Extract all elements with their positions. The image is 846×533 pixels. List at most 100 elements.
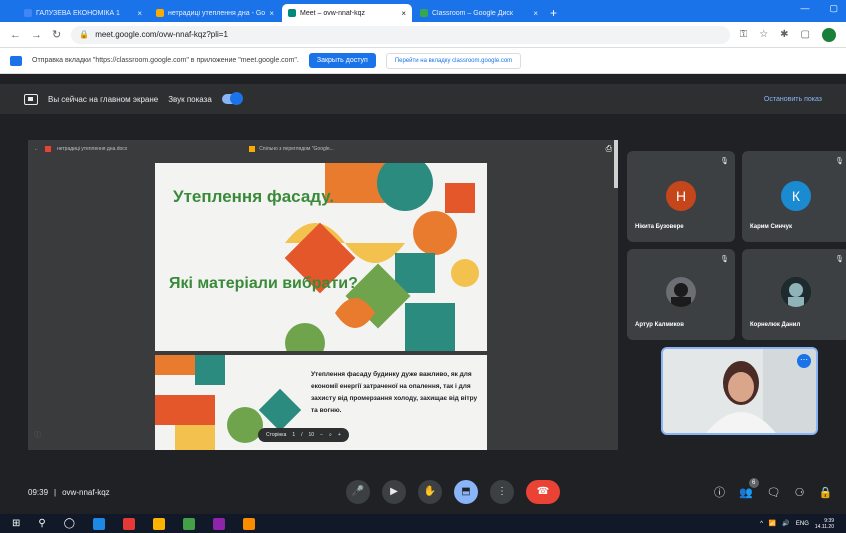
browser-tabstrip: ГАЛУЗЕВА ЕКОНОМІКА 1 × нетрадиці утеплен…: [0, 0, 846, 22]
stop-presenting-button[interactable]: Остановить показ: [764, 96, 822, 103]
raise-hand-button[interactable]: ✋: [418, 480, 442, 504]
pdf-toolbar: Сторінка 1 / 10 − ⌕ +: [258, 428, 349, 442]
tab-favicon: [288, 9, 296, 17]
more-options-button[interactable]: ⋮: [490, 480, 514, 504]
share-tab-icon: [10, 55, 22, 66]
maximize-icon[interactable]: ▢: [829, 3, 838, 14]
more-options-icon[interactable]: ⋯: [797, 354, 811, 368]
reload-icon[interactable]: ↻: [52, 28, 61, 41]
mic-button[interactable]: 🎤: [346, 480, 370, 504]
close-icon[interactable]: ×: [269, 9, 274, 18]
info-icon[interactable]: ⓘ: [714, 484, 725, 500]
close-icon[interactable]: ×: [401, 9, 406, 18]
page-label: Сторінка: [266, 432, 287, 438]
stop-sharing-button[interactable]: Закрыть доступ: [308, 53, 376, 68]
tab-3[interactable]: Meet – ovw-nnaf-kqz ×: [282, 4, 412, 22]
tab-label: Classroom – Google Диск: [432, 9, 513, 17]
page-current[interactable]: 1: [292, 432, 295, 438]
avatar: [666, 277, 696, 307]
call-controls: 🎤 ▶ ✋ ⬒ ⋮ ☎: [346, 480, 560, 504]
participant-name: Карим Синчук: [750, 224, 792, 230]
participant-tile[interactable]: 🎙 Корнелюк Данил: [742, 249, 846, 340]
tab-label: нетрадиці утеплення дна - Goo: [168, 9, 266, 17]
participant-tile[interactable]: 🎙 Н Нікита Бузовере: [627, 151, 735, 242]
minimize-icon[interactable]: —: [800, 3, 809, 14]
edge-icon[interactable]: [92, 517, 105, 530]
sound-label: Звук показа: [168, 94, 212, 104]
tab-1[interactable]: ГАЛУЗЕВА ЕКОНОМІКА 1 ×: [18, 4, 148, 22]
tab-favicon: [24, 9, 32, 17]
app-icon[interactable]: [122, 517, 135, 530]
hang-up-button[interactable]: ☎: [526, 480, 560, 504]
avatar[interactable]: [822, 27, 836, 42]
chrome-icon[interactable]: [242, 517, 255, 530]
slide-body-text: Утеплення фасаду будинку дуже важливо, я…: [311, 371, 478, 414]
tab-label: ГАЛУЗЕВА ЕКОНОМІКА 1: [36, 9, 120, 17]
chrome-icon[interactable]: [152, 517, 165, 530]
close-icon[interactable]: ×: [137, 9, 142, 18]
people-button[interactable]: 👥 6: [739, 477, 759, 499]
forward-icon[interactable]: →: [31, 29, 42, 41]
tab-favicon: [420, 9, 428, 17]
participant-tile[interactable]: 🎙 Артур Калмиков: [627, 249, 735, 340]
switch-tab-button[interactable]: Перейти на вкладку classroom.google.com: [385, 52, 522, 69]
key-icon[interactable]: ⚿: [740, 29, 748, 40]
back-icon[interactable]: ←: [10, 29, 21, 41]
url-text: meet.google.com/ovw-nnaf-kqz?pli=1: [95, 30, 228, 39]
close-icon[interactable]: ×: [533, 9, 538, 18]
star-icon[interactable]: ☆: [759, 29, 768, 40]
app-icon[interactable]: [212, 517, 225, 530]
slides-icon: [249, 146, 256, 152]
activities-icon[interactable]: ⚆: [795, 486, 805, 499]
info-icon[interactable]: ⓘ: [34, 430, 41, 440]
mic-off-icon: 🎙: [835, 256, 844, 263]
chevron-up-icon[interactable]: ^: [760, 521, 763, 527]
meeting-info: 09:39 | ovw-nnaf-kqz: [28, 488, 110, 497]
omnibox[interactable]: 🔒 meet.google.com/ovw-nnaf-kqz?pli=1: [71, 25, 730, 44]
zoom-out-button[interactable]: −: [320, 432, 323, 438]
system-tray: ^ 📶 🔊 ENG 9:39 14.11.20: [760, 518, 834, 530]
print-icon: ⎙: [605, 144, 612, 153]
back-icon: ←: [34, 146, 39, 152]
zoom-in-button[interactable]: +: [338, 432, 341, 438]
lock-icon[interactable]: 🔒: [819, 486, 833, 499]
meeting-time: 09:39: [28, 487, 49, 497]
self-view-tile[interactable]: ⋯: [661, 347, 818, 435]
slide-subtitle: Які матеріали вибрати?: [169, 275, 358, 292]
sound-toggle[interactable]: [221, 92, 243, 105]
avatar: Н: [666, 181, 696, 211]
shared-screen: ← нетрадиці утеплення дна.docx Спільно з…: [28, 140, 618, 450]
network-icon[interactable]: 📶: [769, 520, 776, 527]
clock[interactable]: 9:39 14.11.20: [815, 518, 834, 530]
presenting-bar: Вы сейчас на главном экране Звук показа …: [0, 84, 846, 114]
document-icon: [45, 146, 51, 152]
participant-name: Нікита Бузовере: [635, 224, 684, 230]
screen: ГАЛУЗЕВА ЕКОНОМІКА 1 × нетрадиці утеплен…: [0, 0, 846, 533]
language-indicator[interactable]: ENG: [796, 521, 809, 527]
participant-tile[interactable]: 🎙 К Карим Синчук: [742, 151, 846, 242]
people-count: 6: [748, 477, 759, 488]
sharing-infobar: Отправка вкладки "https://classroom.goog…: [0, 48, 846, 74]
lock-icon: 🔒: [79, 30, 90, 39]
tab-2[interactable]: нетрадиці утеплення дна - Goo ×: [150, 4, 280, 22]
present-button[interactable]: ⬒: [454, 480, 478, 504]
search-icon[interactable]: ⚲: [38, 518, 45, 529]
present-screen-icon: [24, 93, 38, 105]
new-tab-button[interactable]: +: [550, 4, 557, 22]
extensions-icon[interactable]: ✱: [780, 29, 788, 40]
shared-mid: Спільно з переглядом "Google...: [249, 146, 334, 152]
side-controls: ⓘ 👥 6 🗨 ⚆ 🔒: [714, 477, 833, 500]
windows-start-icon[interactable]: ⊞: [12, 518, 20, 529]
app-icon[interactable]: [182, 517, 195, 530]
camera-button[interactable]: ▶: [382, 480, 406, 504]
tab-search-icon[interactable]: ▢: [801, 29, 810, 40]
task-view-icon[interactable]: ◯: [64, 518, 75, 529]
tab-favicon: [156, 9, 164, 17]
presenting-message: Вы сейчас на главном экране: [48, 94, 159, 104]
chat-icon[interactable]: 🗨: [767, 486, 781, 499]
volume-icon[interactable]: 🔊: [782, 520, 789, 527]
page-sep: /: [301, 432, 303, 438]
search-icon[interactable]: ⌕: [329, 432, 332, 438]
tab-4[interactable]: Classroom – Google Диск ×: [414, 4, 544, 22]
shared-tab-header: ← нетрадиці утеплення дна.docx Спільно з…: [28, 140, 618, 158]
